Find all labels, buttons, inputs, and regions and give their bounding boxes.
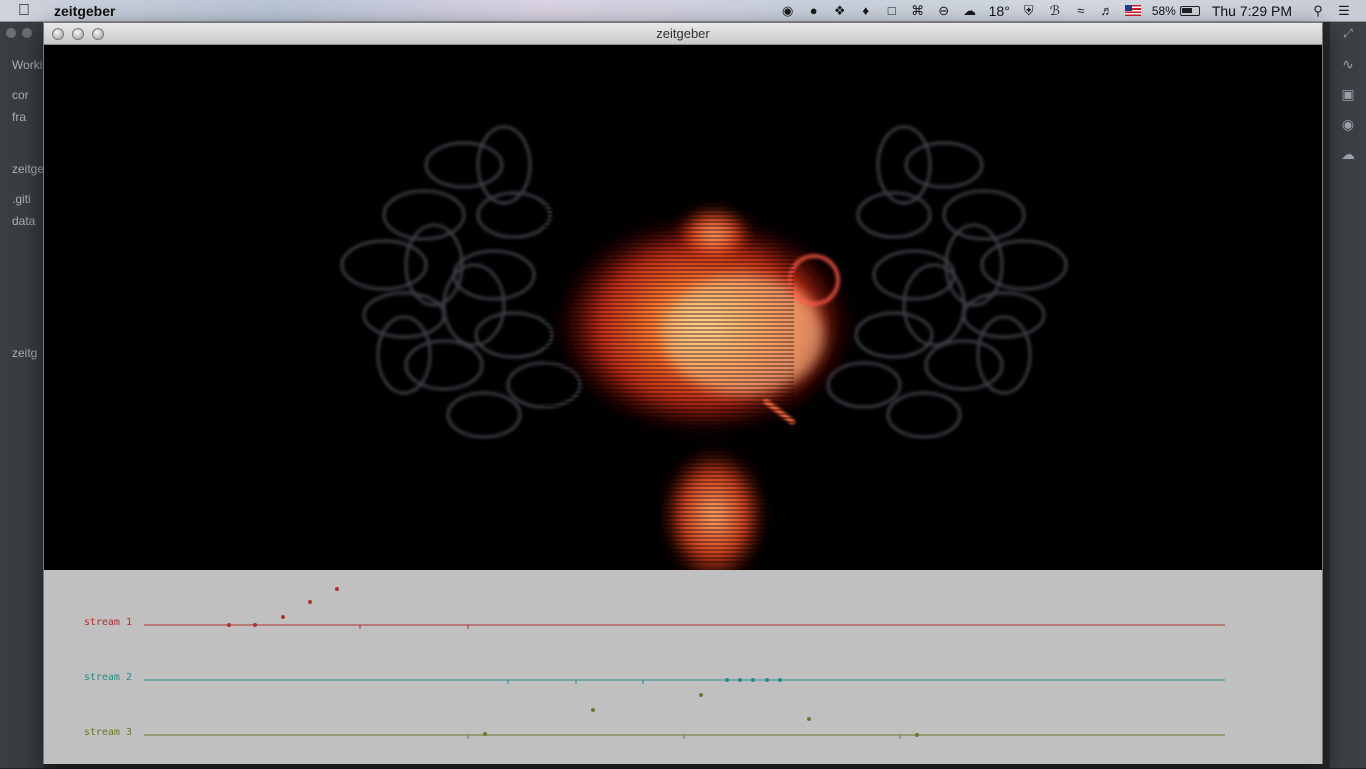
dropbox-icon[interactable]: ❖	[828, 2, 852, 20]
theme-palette-icon[interactable]: ◉	[1337, 116, 1359, 134]
stream-point	[778, 678, 782, 682]
shield-icon[interactable]: ⛨	[1017, 2, 1041, 20]
spotlight-search-icon[interactable]: ⚲	[1306, 2, 1330, 20]
stream-point	[591, 708, 595, 712]
stream-point	[725, 678, 729, 682]
battery-icon[interactable]	[1177, 2, 1201, 20]
zeitgeber-window: zeitgeber stream 1 stream 2 stream 3	[43, 22, 1323, 764]
stream-point	[483, 732, 487, 736]
editor-right-toolbar: ⤢ ∿ ▣ ◉ ☁	[1330, 22, 1366, 768]
stream-point	[915, 733, 919, 737]
info-icon[interactable]: □	[880, 2, 904, 20]
stream-point	[751, 678, 755, 682]
sidebar-file-item[interactable]: zeitg	[12, 346, 44, 360]
cloud-upload-icon[interactable]: ☁	[1337, 146, 1359, 164]
sidebar-file-item[interactable]: data	[12, 214, 44, 228]
expand-icon[interactable]: ⤢	[1337, 26, 1359, 44]
notification-center-icon[interactable]: ☰	[1332, 2, 1356, 20]
sidebar-file-item[interactable]: fra	[12, 110, 44, 124]
wifi-icon[interactable]: ≈	[1069, 2, 1093, 20]
visualization-canvas[interactable]	[44, 45, 1322, 570]
notification-icon[interactable]: ♦	[854, 2, 878, 20]
editor-close-button[interactable]	[6, 28, 16, 38]
fire-figure	[544, 205, 854, 570]
stream-point	[308, 600, 312, 604]
temperature-readout[interactable]: 18°	[989, 3, 1010, 19]
sidebar-file-item[interactable]: Worki	[12, 58, 44, 72]
stream-point	[335, 587, 339, 591]
stream-point	[227, 623, 231, 627]
app-menu-name[interactable]: zeitgeber	[54, 3, 115, 19]
stream-point	[253, 623, 257, 627]
menu-bar:  zeitgeber ◉ ● ❖ ♦ □ ⌘ ⊖ ☁ 18° ⛨ ℬ ≈ ♬ …	[0, 0, 1366, 22]
stream-point	[807, 717, 811, 721]
volume-icon[interactable]: ♬	[1095, 2, 1119, 20]
stream-point	[738, 678, 742, 682]
input-source-flag-icon[interactable]	[1121, 2, 1145, 20]
live-preview-icon[interactable]: ∿	[1337, 56, 1359, 74]
window-title: zeitgeber	[656, 26, 710, 41]
window-title-bar[interactable]: zeitgeber	[44, 23, 1322, 45]
stream-point	[699, 693, 703, 697]
stream-point	[765, 678, 769, 682]
bluetooth-icon[interactable]: ℬ	[1043, 2, 1067, 20]
sidebar-file-item[interactable]: cor	[12, 88, 44, 102]
stream-label: stream 3	[83, 727, 132, 738]
stream-label: stream 1	[83, 617, 132, 628]
sidebar-file-item[interactable]: .giti	[12, 192, 44, 206]
visualization-graphic	[340, 125, 1068, 570]
streams-panel: stream 1 stream 2 stream 3	[44, 570, 1322, 764]
streams-plot	[144, 587, 1225, 739]
command-icon[interactable]: ⌘	[906, 2, 930, 20]
status-icon[interactable]: ◉	[776, 2, 800, 20]
weather-icon[interactable]: ☁	[958, 2, 982, 20]
chat-icon[interactable]: ●	[802, 2, 826, 20]
sidebar-file-item[interactable]: zeitge	[12, 162, 44, 176]
apple-menu-icon[interactable]: 	[18, 2, 44, 20]
battery-percent[interactable]: 58%	[1152, 4, 1176, 18]
clock[interactable]: Thu 7:29 PM	[1212, 3, 1292, 19]
editor-window-controls	[6, 28, 32, 38]
stream-label: stream 2	[83, 672, 132, 683]
do-not-disturb-icon[interactable]: ⊖	[932, 2, 956, 20]
minimize-button[interactable]	[72, 28, 84, 40]
zoom-button[interactable]	[92, 28, 104, 40]
editor-sidebar: Worki cor fra zeitge .giti data zeitg	[0, 22, 44, 768]
editor-minimize-button[interactable]	[22, 28, 32, 38]
extension-manager-icon[interactable]: ▣	[1337, 86, 1359, 104]
close-button[interactable]	[52, 28, 64, 40]
stream-point	[281, 615, 285, 619]
right-wing-pattern	[826, 125, 1068, 439]
